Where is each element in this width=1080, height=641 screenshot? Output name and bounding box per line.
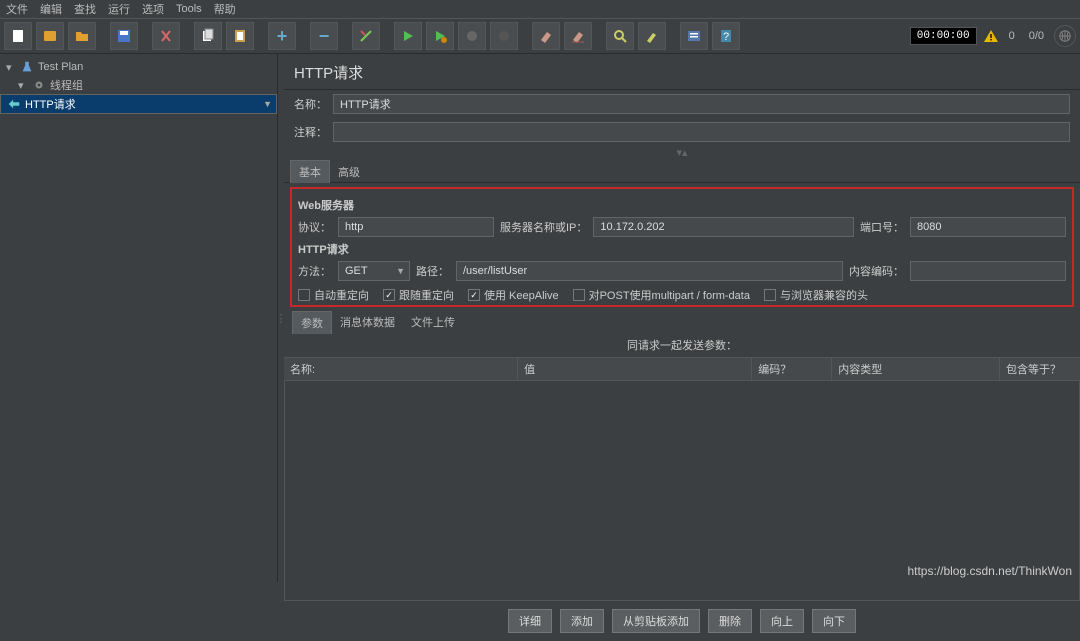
host-label: 服务器名称或IP： [500,219,587,235]
help-button[interactable]: ? [712,22,740,50]
menu-help[interactable]: 帮助 [214,1,236,17]
add-button[interactable]: 添加 [560,609,604,633]
sampler-icon [7,97,21,111]
host-input[interactable] [593,217,854,237]
clear-button[interactable] [532,22,560,50]
tree-group-label: 线程组 [50,77,83,93]
svg-text:?: ? [723,31,729,43]
warning-icon[interactable] [983,28,999,44]
delete-button[interactable]: 删除 [708,609,752,633]
stop-button[interactable] [458,22,486,50]
save-button[interactable] [110,22,138,50]
path-label: 路径： [416,263,450,279]
toolbar: + − ? 00:00:00 0 0/0 [0,18,1080,54]
test-plan-tree[interactable]: ▾ Test Plan ▾ 线程组 HTTP请求 [0,54,278,582]
subtab-body[interactable]: 消息体数据 [332,311,403,333]
subtab-upload[interactable]: 文件上传 [403,311,463,333]
function-helper-button[interactable] [680,22,708,50]
paste-button[interactable] [226,22,254,50]
thread-count: 0/0 [1025,30,1048,42]
menu-file[interactable]: 文件 [6,1,28,17]
toggle-button[interactable] [352,22,380,50]
name-input[interactable] [333,94,1070,114]
up-button[interactable]: 向上 [760,609,804,633]
method-label: 方法： [298,263,332,279]
col-encode[interactable]: 编码？ [752,358,832,380]
panel-title: HTTP请求 [284,54,1080,90]
error-count: 0 [1005,30,1019,42]
name-label: 名称： [294,96,327,112]
tree-item-label: HTTP请求 [25,96,76,112]
encoding-label: 内容编码： [849,263,904,279]
new-button[interactable] [4,22,32,50]
highlighted-section: Web服务器 协议： 服务器名称或IP： 端口号： HTTP请求 方法： GET… [290,187,1074,307]
detail-button[interactable]: 详细 [508,609,552,633]
subtab-parameters[interactable]: 参数 [292,311,332,334]
tree-test-plan[interactable]: ▾ Test Plan [0,58,277,76]
open-button[interactable] [68,22,96,50]
col-value[interactable]: 值 [518,358,752,380]
menu-search[interactable]: 查找 [74,1,96,17]
collapse-button[interactable]: − [310,22,338,50]
menubar: 文件 编辑 查找 运行 选项 Tools 帮助 [0,0,1080,18]
clear-all-button[interactable] [564,22,592,50]
divider-grip[interactable]: ▾▴ [284,146,1080,159]
params-caption: 同请求一起发送参数： [284,333,1080,357]
check-follow-redirect[interactable]: 跟随重定向 [383,287,454,303]
port-label: 端口号： [860,219,904,235]
expand-button[interactable]: + [268,22,296,50]
copy-button[interactable] [194,22,222,50]
menu-tools[interactable]: Tools [176,3,202,15]
col-name[interactable]: 名称: [284,358,518,380]
elapsed-timer: 00:00:00 [910,27,977,45]
check-auto-redirect[interactable]: 自动重定向 [298,287,369,303]
method-select[interactable]: GET [338,261,410,281]
protocol-input[interactable] [338,217,494,237]
col-include-equals[interactable]: 包含等于？ [1000,358,1080,380]
tab-advanced[interactable]: 高级 [330,161,368,183]
cut-button[interactable] [152,22,180,50]
watermark: https://blog.csdn.net/ThinkWon [907,564,1072,578]
check-multipart[interactable]: 对POST使用multipart / form-data [573,287,750,303]
port-input[interactable] [910,217,1066,237]
webserver-heading: Web服务器 [298,197,1066,213]
menu-run[interactable]: 运行 [108,1,130,17]
templates-button[interactable] [36,22,64,50]
tree-thread-group[interactable]: ▾ 线程组 [0,76,277,94]
check-keepalive[interactable]: 使用 KeepAlive [468,287,559,303]
encoding-input[interactable] [910,261,1066,281]
gear-icon [32,78,46,92]
flask-icon [20,60,34,74]
httprequest-heading: HTTP请求 [298,241,1066,257]
protocol-label: 协议： [298,219,332,235]
tree-root-label: Test Plan [38,61,83,73]
down-button[interactable]: 向下 [812,609,856,633]
add-from-clipboard-button[interactable]: 从剪贴板添加 [612,609,700,633]
start-no-timers-button[interactable] [426,22,454,50]
tab-basic[interactable]: 基本 [290,160,330,183]
tree-http-request[interactable]: HTTP请求 [0,94,277,114]
shutdown-button[interactable] [490,22,518,50]
reset-search-button[interactable] [638,22,666,50]
editor-panel: HTTP请求 名称： 注释： ▾▴ 基本 高级 Web服务器 协议： 服务器名称… [284,54,1080,582]
menu-edit[interactable]: 编辑 [40,1,62,17]
params-buttons: 详细 添加 从剪贴板添加 删除 向上 向下 [284,601,1080,641]
params-table-header: 名称: 值 编码？ 内容类型 包含等于？ [284,357,1080,381]
comment-input[interactable] [333,122,1070,142]
start-button[interactable] [394,22,422,50]
comment-label: 注释： [294,124,327,140]
remote-icon[interactable] [1054,25,1076,47]
check-browser-headers[interactable]: 与浏览器兼容的头 [764,287,868,303]
path-input[interactable] [456,261,843,281]
menu-options[interactable]: 选项 [142,1,164,17]
search-button[interactable] [606,22,634,50]
col-content-type[interactable]: 内容类型 [832,358,1000,380]
